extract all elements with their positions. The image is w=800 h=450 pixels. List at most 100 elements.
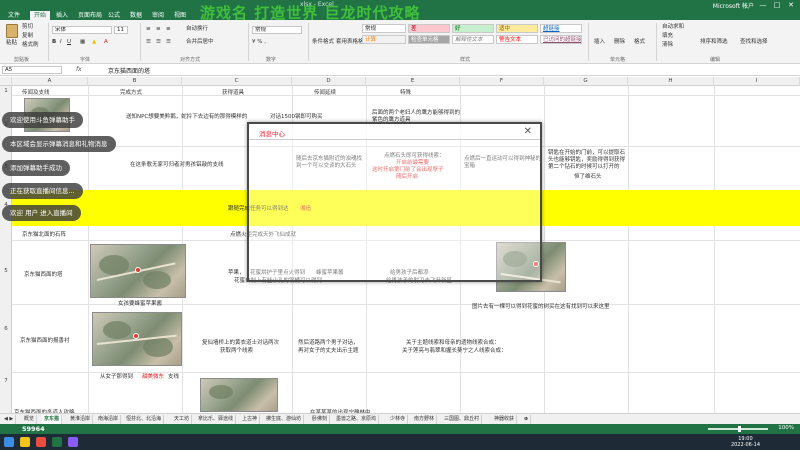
paste-button[interactable]: 粘贴 [6, 39, 17, 47]
font-color-icon[interactable]: A [104, 38, 108, 46]
column-header[interactable]: G [544, 77, 628, 86]
italic-button[interactable]: I [60, 38, 62, 46]
align-middle-icon[interactable]: ≡ [156, 25, 161, 33]
table-cell[interactable]: 对话1500钢即可购买 [270, 112, 323, 120]
sheet-tab[interactable]: 黄淮沿岸 [68, 415, 94, 424]
font-name-select[interactable]: 宋体 [52, 26, 112, 34]
start-icon[interactable] [4, 437, 14, 447]
table-cell[interactable]: 恒了维石头 [574, 172, 602, 180]
image-caption[interactable]: 从女子那得到 [100, 372, 133, 380]
row-header[interactable]: 6 [0, 326, 12, 332]
fill-button[interactable]: 填充 [662, 32, 673, 40]
sheet-tab[interactable]: 天工坊 [172, 415, 193, 424]
image-caption[interactable]: 支线 [168, 372, 179, 380]
sheet-tab[interactable]: 南方野林 [412, 415, 438, 424]
name-box[interactable]: A5 [2, 66, 62, 74]
clock[interactable]: 19:00 2022-06-14 [731, 436, 760, 448]
style-bad[interactable]: 差 [408, 24, 450, 33]
row-header[interactable]: 7 [0, 378, 12, 384]
sheet-tab[interactable]: 京东猫 [42, 415, 63, 424]
table-cell[interactable]: 在这条歌无家可归者对男孩铝敲的支线 [130, 160, 224, 168]
header-cell[interactable]: 特殊 [400, 88, 411, 96]
column-header[interactable]: H [628, 77, 714, 86]
currency-icon[interactable]: ¥ % , [252, 38, 266, 46]
header-cell[interactable]: 完成方式 [120, 88, 142, 96]
wrap-text-button[interactable]: 自动换行 [186, 25, 208, 33]
cut-button[interactable]: 剪切 [22, 23, 33, 31]
close-window-button[interactable]: ✕ [784, 0, 798, 10]
style-hyperlink[interactable]: 超链接 [540, 24, 582, 33]
table-cell[interactable]: 图片去有一棵可以得到花蜜的树买在这有找到可以来这里 [472, 302, 610, 310]
column-header[interactable]: E [366, 77, 460, 86]
bold-button[interactable]: B [52, 38, 56, 46]
table-cell[interactable]: 钥匙在开始的门前，可以提取石头也能够钥匙，奖励得得到获得第二个钻石的时候可以打开… [548, 150, 628, 171]
conditional-format-button[interactable]: 条件格式 [312, 38, 334, 46]
table-cell[interactable]: 复仙墙桥上的黄衣道士对话两次 [202, 338, 279, 346]
sheet-tab[interactable]: 概览 [22, 415, 38, 424]
sheet-tab[interactable]: 南海沿岸 [96, 415, 122, 424]
formula-input[interactable]: 京东猫西面的塔 [108, 66, 150, 75]
sheet-tab[interactable]: 拿比乐、驿途线 [196, 415, 237, 424]
minimize-button[interactable]: — [756, 0, 770, 10]
tab-file[interactable]: 文件 [4, 11, 24, 20]
style-followed-hyperlink[interactable]: 已访问的超链接 [540, 35, 582, 44]
style-check-cell[interactable]: 检查单元格 [408, 35, 450, 44]
account-name[interactable]: Microsoft 帐户 [713, 1, 754, 10]
align-left-icon[interactable]: ☰ [146, 38, 151, 46]
number-format-select[interactable]: 常规 [252, 26, 302, 34]
tab-data[interactable]: 数据 [126, 11, 146, 20]
sheet-tab[interactable]: 恒芬北、北沿海 [124, 415, 165, 424]
header-cell[interactable]: 传闻延续 [314, 88, 336, 96]
merge-center-button[interactable]: 合并后居中 [186, 38, 214, 46]
insert-cells-button[interactable]: 插入 [594, 38, 605, 46]
column-header[interactable]: I [714, 77, 800, 86]
align-right-icon[interactable]: ☰ [166, 38, 171, 46]
fx-icon[interactable]: fx [76, 66, 82, 73]
table-cell[interactable]: 送知NPC想要美黔鹅，蛇拎下去边有的那得模样的 [126, 112, 247, 120]
autosum-button[interactable]: 自动求和 [662, 23, 684, 31]
font-size-select[interactable]: 11 [114, 26, 128, 34]
clear-button[interactable]: 清除 [662, 41, 673, 49]
excel-icon[interactable] [52, 437, 62, 447]
table-cell[interactable]: 京东猫北面的石阵 [22, 230, 66, 238]
select-all-corner[interactable] [0, 77, 12, 86]
table-cell[interactable]: 苹果， [228, 268, 245, 276]
sheet-tab[interactable]: 卧佛刻 [310, 415, 331, 424]
table-cell[interactable]: 关于莲亮与翡翠和握长葵宁之人线索合成： [402, 346, 507, 354]
style-calculation[interactable]: 计算 [362, 35, 406, 44]
style-explanatory[interactable]: 解释性文本 [452, 35, 494, 44]
header-cell[interactable]: 获得道具 [222, 88, 244, 96]
sheet-tab[interactable]: 拂生底、游仙坊 [264, 415, 305, 424]
table-cell[interactable]: 京东猫西面的报香衬 [20, 336, 70, 344]
underline-button[interactable]: U [67, 38, 71, 46]
format-painter-button[interactable]: 格式刷 [22, 41, 39, 49]
explorer-icon[interactable] [20, 437, 30, 447]
find-select-button[interactable]: 查找和选择 [740, 38, 768, 46]
table-cell[interactable]: 再对女子的丈夫出示主题 [298, 346, 359, 354]
style-good[interactable]: 好 [452, 24, 494, 33]
format-cells-button[interactable]: 格式 [634, 38, 645, 46]
sheet-nav-icon[interactable]: ◀ ▶ [2, 415, 17, 424]
copy-button[interactable]: 复制 [22, 32, 33, 40]
sheet-tab[interactable]: 三国图、鼎丘村 [442, 415, 483, 424]
zoom-slider[interactable] [708, 426, 768, 432]
sort-filter-button[interactable]: 排序和筛选 [700, 38, 728, 46]
zoom-level[interactable]: 100% [778, 425, 794, 431]
fill-color-icon[interactable]: ▲ [92, 38, 96, 46]
sheet-tab[interactable]: 墨兽之路、京原坞 [334, 415, 380, 424]
column-header[interactable]: A [12, 77, 88, 86]
style-normal[interactable]: 常规 [362, 24, 406, 33]
tab-insert[interactable]: 插入 [52, 11, 72, 20]
tab-view[interactable]: 视图 [170, 11, 190, 20]
border-icon[interactable]: ▦ [80, 38, 85, 46]
table-cell[interactable]: 京东猫西面的塔 [24, 270, 63, 278]
delete-cells-button[interactable]: 删除 [614, 38, 625, 46]
align-center-icon[interactable]: ☰ [156, 38, 161, 46]
column-header[interactable]: F [460, 77, 544, 86]
map-screenshot[interactable] [200, 378, 278, 412]
maximize-button[interactable]: □ [770, 0, 784, 10]
sheet-tab[interactable]: 上古神 [240, 415, 261, 424]
tab-formulas[interactable]: 公式 [104, 11, 124, 20]
table-cell[interactable]: 然后道路两个男子对话， [298, 338, 359, 346]
table-cell[interactable]: 关于主题线索和母亲的遗物线索合成： [406, 338, 500, 346]
